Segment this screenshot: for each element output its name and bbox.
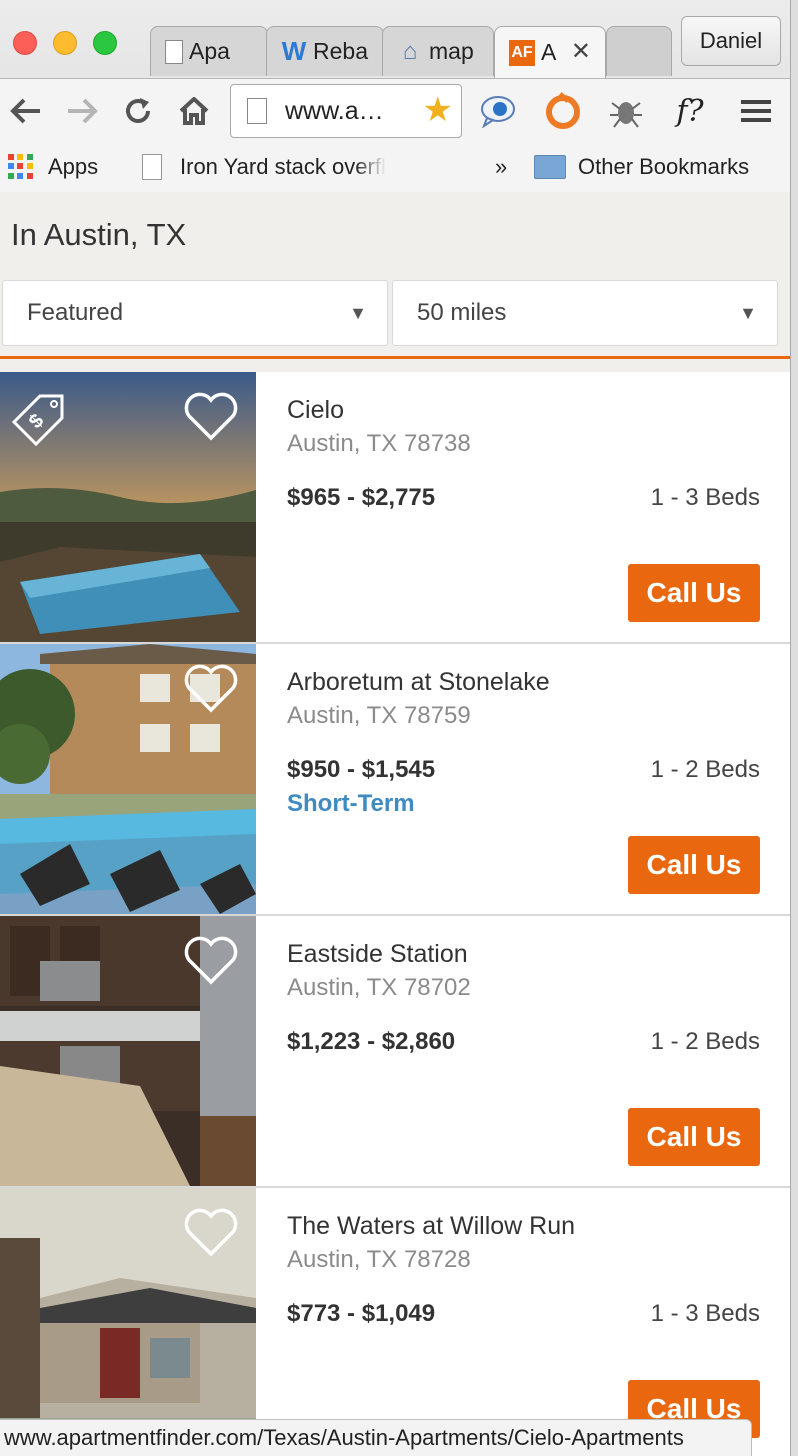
tab-apartment-finder[interactable]: AF A ✕: [494, 26, 606, 78]
tab-label: Apa: [189, 38, 230, 64]
sort-select-value: Featured: [27, 299, 124, 326]
price-tag-symbol: $: [25, 410, 48, 433]
listing-address: Austin, TX 78738: [287, 430, 471, 457]
back-arrow-icon[interactable]: [6, 89, 46, 133]
listing-card[interactable]: Arboretum at Stonelake Austin, TX 78759 …: [0, 644, 790, 916]
listing-address: Austin, TX 78728: [287, 1246, 471, 1273]
listing-beds: 1 - 3 Beds: [650, 484, 760, 511]
listing-photo[interactable]: $: [0, 372, 256, 642]
listing-name[interactable]: Arboretum at Stonelake: [287, 668, 550, 697]
status-bar-url: www.apartmentfinder.com/Texas/Austin-Apa…: [0, 1419, 752, 1456]
call-us-button[interactable]: Call Us: [628, 1108, 760, 1166]
listing-price: $773 - $1,049: [287, 1300, 436, 1327]
bookmark-iron-yard[interactable]: Iron Yard stack overfl: [142, 154, 422, 180]
call-us-button[interactable]: Call Us: [628, 564, 760, 622]
minimize-window-button[interactable]: [53, 31, 77, 55]
dropdown-triangle-icon: ▼: [349, 303, 367, 323]
listing-name[interactable]: Cielo: [287, 396, 344, 425]
listing-photo[interactable]: [0, 1188, 256, 1456]
document-icon: [142, 154, 162, 180]
adjacent-window-edge: [790, 0, 798, 1456]
address-bar[interactable]: www.a… ★: [230, 84, 462, 138]
bookmark-label: Apps: [48, 154, 99, 179]
short-term-badge: Short-Term: [287, 790, 415, 817]
new-tab-button[interactable]: [606, 26, 672, 76]
browser-chrome: Apa W Reba ⌂ map AF A ✕ Daniel www.a… ★: [0, 0, 790, 192]
listing-price: $950 - $1,545: [287, 756, 436, 783]
listing-address: Austin, TX 78702: [287, 974, 471, 1001]
listing-name[interactable]: The Waters at Willow Run: [287, 1212, 575, 1241]
bookmark-label: Iron Yard stack overfl: [180, 154, 386, 179]
toolbar: www.a… ★ f?: [0, 78, 790, 142]
tab-map[interactable]: ⌂ map: [382, 26, 494, 76]
listing-card[interactable]: The Waters at Willow Run Austin, TX 7872…: [0, 1188, 790, 1456]
bookmarks-overflow-chevron[interactable]: »: [495, 154, 507, 180]
call-us-button[interactable]: Call Us: [628, 836, 760, 894]
menu-icon[interactable]: [734, 89, 778, 133]
divider: [0, 356, 790, 359]
apps-grid-icon: [8, 154, 34, 180]
listing-beds: 1 - 3 Beds: [650, 1300, 760, 1327]
bookmark-label: Other Bookmarks: [578, 154, 750, 179]
page-title: In Austin, TX: [11, 217, 187, 252]
heart-icon[interactable]: [183, 390, 239, 442]
listing-card[interactable]: Eastside Station Austin, TX 78702 $1,223…: [0, 916, 790, 1188]
heart-icon[interactable]: [183, 1206, 239, 1258]
listing-beds: 1 - 2 Beds: [650, 1028, 760, 1055]
radius-select[interactable]: 50 miles ▼: [392, 280, 778, 346]
orange-ring-extension-icon[interactable]: [540, 89, 584, 133]
reload-icon[interactable]: [118, 89, 158, 133]
listing-card[interactable]: $ Cielo Austin, TX 78738 $965 - $2,775 1…: [0, 372, 790, 644]
heart-icon[interactable]: [183, 662, 239, 714]
profile-button[interactable]: Daniel: [681, 16, 781, 66]
page-content: In Austin, TX Featured ▼ 50 miles ▼ $ Ci…: [0, 193, 790, 1456]
listing-name[interactable]: Eastside Station: [287, 940, 468, 969]
bookmark-star-icon[interactable]: ★: [423, 93, 453, 127]
tab-apartments[interactable]: Apa: [150, 26, 268, 76]
close-tab-icon[interactable]: ✕: [571, 37, 591, 66]
bookmark-other-bookmarks[interactable]: Other Bookmarks: [534, 154, 749, 180]
chat-extension-icon[interactable]: [476, 89, 520, 133]
price-tag-icon: $: [11, 394, 64, 447]
close-window-button[interactable]: [13, 31, 37, 55]
font-extension-icon[interactable]: f?: [668, 89, 712, 133]
bug-extension-icon[interactable]: [604, 89, 648, 133]
tab-label: A: [541, 39, 557, 65]
radius-select-value: 50 miles: [417, 299, 507, 326]
listing-photo[interactable]: [0, 644, 256, 914]
url-text: www.a…: [285, 96, 384, 125]
tab-label: Reba: [313, 38, 368, 64]
w-logo-icon: W: [281, 36, 307, 66]
heart-icon[interactable]: [183, 934, 239, 986]
folder-icon: [534, 155, 566, 179]
bookmark-apps[interactable]: Apps: [8, 154, 98, 180]
listing-beds: 1 - 2 Beds: [650, 756, 760, 783]
bookmarks-bar: Apps Iron Yard stack overfl » Other Book…: [0, 142, 790, 192]
listing-photo[interactable]: [0, 916, 256, 1186]
listing-address: Austin, TX 78759: [287, 702, 471, 729]
apartment-finder-logo-icon: AF: [509, 39, 535, 66]
forward-arrow-icon[interactable]: [62, 89, 102, 133]
page-icon: [247, 98, 267, 124]
home-icon[interactable]: [174, 89, 214, 133]
document-icon: [165, 39, 183, 64]
tab-label: map: [429, 38, 474, 64]
sort-select[interactable]: Featured ▼: [2, 280, 388, 346]
listing-price: $965 - $2,775: [287, 484, 436, 511]
house-icon: ⌂: [402, 37, 418, 65]
dropdown-triangle-icon: ▼: [739, 303, 757, 323]
zoom-window-button[interactable]: [93, 31, 117, 55]
tab-rebates[interactable]: W Reba: [266, 26, 384, 76]
listing-price: $1,223 - $2,860: [287, 1028, 456, 1055]
